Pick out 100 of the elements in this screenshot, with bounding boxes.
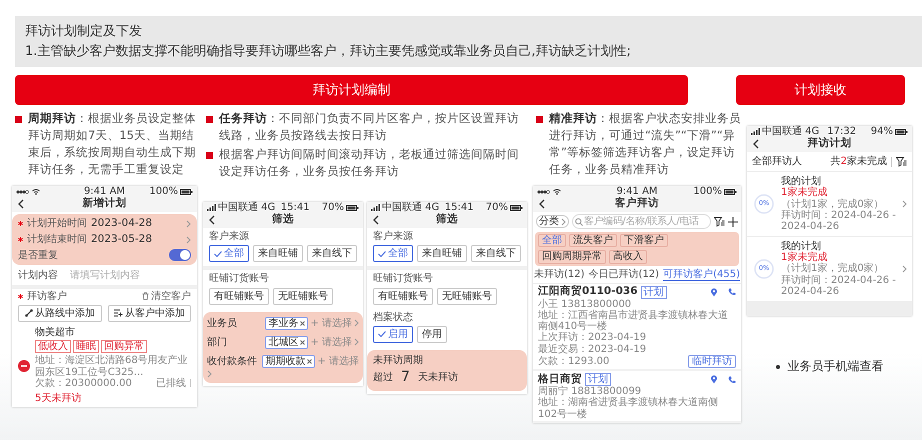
filter-chip[interactable]: 启用 (373, 326, 413, 344)
category-button[interactable]: 分类 (536, 214, 569, 228)
bullet-icon (15, 116, 22, 123)
customer-info: 地址：湖南省进贤县李渡镇林春大道南侧102号一楼 (538, 397, 719, 420)
battery-level: 100% (693, 186, 722, 198)
carrier-name: 中国联通 4G (218, 202, 276, 213)
field-label: 计划开始时间 (27, 218, 87, 230)
clear-button[interactable]: 清空客户 (142, 290, 191, 302)
period-suffix: 天未拜访 (418, 372, 458, 384)
signal-icon (207, 204, 216, 212)
battery-level: 100% (149, 186, 178, 198)
bullet-icon (206, 116, 213, 123)
filter-icon[interactable] (896, 156, 907, 167)
plan-title[interactable]: 我的计划 (781, 241, 897, 252)
list-tab[interactable]: 今日已拜访(12) (588, 268, 660, 281)
plus-icon[interactable] (728, 216, 738, 227)
bullet-text: 根据客户拜访间隔时间滚动拜访，老板通过筛选间隔时间设定拜访任务，业务员按任务拜访 (219, 146, 520, 180)
temporary-visit-button[interactable]: 临时拜访 (688, 354, 736, 368)
check-icon (214, 250, 222, 257)
section-label: 客户来源 (372, 230, 414, 244)
filter-chip[interactable]: 全部 (373, 245, 413, 262)
date-value[interactable]: 2023-05-28 (91, 234, 182, 246)
filter-chip[interactable]: 有旺铺账号 (209, 288, 269, 305)
filter-chip[interactable]: 全部 (209, 245, 249, 262)
filter-tag[interactable]: 回购周期异常 (538, 250, 606, 264)
screen-title: 拜访计划 (806, 138, 852, 150)
signal-icon (16, 190, 30, 194)
filter-tag[interactable]: 流失客户 (569, 234, 617, 248)
customer-info: 最近交易：2023-04-19 (538, 344, 648, 355)
filter-chip[interactable]: 来自旺铺 (417, 245, 467, 262)
add-customer-button[interactable]: 从路线中添加 (18, 304, 102, 322)
filter-icon[interactable] (714, 216, 725, 227)
chevron-icon (902, 265, 907, 274)
filter-chip[interactable]: 无旺铺账号 (273, 288, 333, 305)
section-label: 客户来源 (208, 230, 250, 244)
chevron-icon (354, 319, 359, 328)
add-customer-button[interactable]: 从客户中添加 (108, 304, 191, 322)
carrier-name: 中国联通 4G (762, 126, 820, 137)
phone-icon[interactable] (728, 376, 736, 384)
list-tab[interactable]: 未拜访(12) (534, 268, 585, 281)
route-status: 已排线 (156, 378, 186, 389)
wifi-icon (553, 188, 561, 195)
filter-chip[interactable]: 来自线下 (471, 245, 521, 262)
list-tab[interactable]: 可拜访客户(455) (663, 268, 740, 281)
filter-chip[interactable]: 停用 (417, 326, 447, 344)
customer-name: 格日商贸 (538, 374, 582, 386)
toggle-switch[interactable] (169, 249, 191, 262)
location-icon[interactable] (710, 288, 718, 297)
customer-name: 江阳商贸0110-036 (538, 286, 638, 298)
back-icon[interactable] (538, 199, 545, 210)
plan-time: 拜访时间：2024-04-26 - 2024-04-26 (781, 210, 897, 232)
chevron-icon (902, 200, 907, 208)
filter-tag[interactable]: 高收入 (609, 250, 647, 264)
phone-icon[interactable] (728, 288, 736, 296)
selected-tag[interactable]: 北城区 (265, 336, 308, 350)
location-icon[interactable] (710, 375, 718, 384)
battery-level: 94% (870, 126, 893, 138)
field-label: 拜访客户 (27, 290, 68, 302)
selected-tag[interactable]: 期期收款 (262, 355, 316, 368)
filter-label[interactable]: 全部拜访人 (752, 156, 827, 168)
date-value[interactable]: 2023-04-28 (91, 218, 182, 230)
battery-icon (346, 204, 359, 211)
bullet-icon (776, 364, 780, 368)
period-label: 未拜访周期 (373, 355, 423, 366)
filter-chip[interactable]: 无旺铺账号 (437, 288, 497, 305)
back-icon[interactable] (17, 199, 24, 210)
back-icon[interactable] (752, 139, 759, 150)
customer-tag: 睡眠 (73, 340, 99, 354)
filter-chip[interactable]: 来自线下 (307, 245, 357, 262)
bullet-icon (536, 116, 543, 123)
status-time: 9:41 AM (616, 186, 658, 197)
plan-title[interactable]: 我的计划 (781, 176, 897, 188)
section-label: 旺铺订货账号 (208, 272, 270, 286)
selected-tag[interactable]: 李业务 (265, 316, 308, 330)
check-icon (378, 250, 386, 257)
picker-label: 部门 (207, 336, 227, 348)
filter-chip[interactable]: 来自旺铺 (253, 245, 303, 262)
chevron-icon (207, 370, 212, 378)
filter-tag[interactable]: 下滑客户 (620, 234, 668, 248)
period-value[interactable]: 7 (401, 370, 410, 386)
status-time: 17:32 (827, 126, 856, 137)
back-icon[interactable] (208, 215, 215, 226)
plan-badge: 计划 (585, 373, 611, 386)
bullet-text: 精准拜访：根据客户状态安排业务员进行拜访，可通过“流失”“下滑”“异常”等标签筛选拜访客户，设定拜访任务，业务员精准拜访 (549, 110, 741, 178)
field-label: 是否重复 (18, 250, 59, 262)
customer-tag: 低收入 (35, 340, 71, 354)
status-time: 15:41 (444, 202, 474, 213)
battery-icon (895, 128, 908, 135)
customer-name: 物美超市 (35, 327, 76, 338)
back-icon[interactable] (372, 215, 379, 226)
remove-icon[interactable] (18, 360, 30, 372)
customer-info: 地址：江西省南昌市进贤县李渡镇林春大道南侧410号一楼 (538, 310, 729, 332)
status-time: 9:41 AM (84, 186, 126, 197)
close-icon (307, 359, 312, 364)
section-banner: 计划接收 (736, 75, 905, 105)
filter-chip[interactable]: 有旺铺账号 (373, 288, 433, 305)
route-icon (24, 309, 33, 318)
plan-detail: （计划1家，完成0家） (781, 198, 884, 210)
signal-icon (751, 128, 760, 136)
check-icon (378, 331, 386, 338)
